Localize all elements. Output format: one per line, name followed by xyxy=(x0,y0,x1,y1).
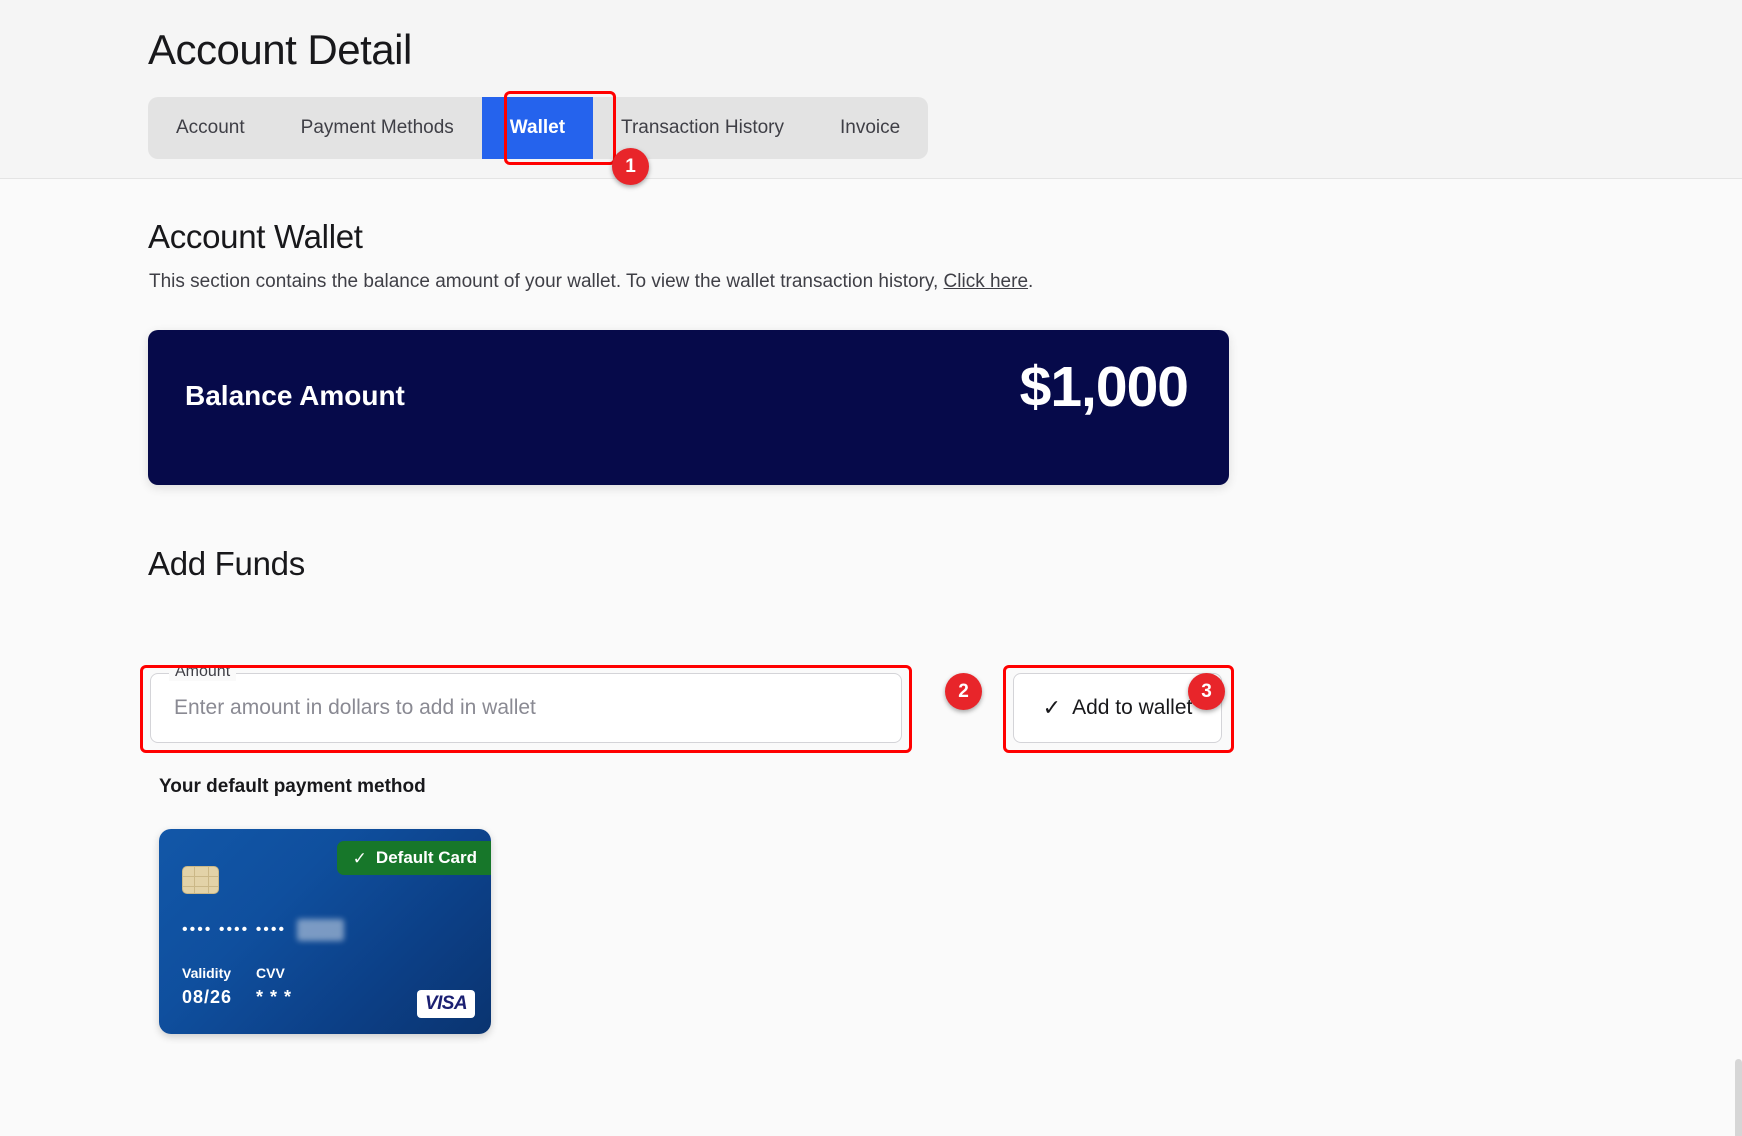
page-root: Account Detail Account Payment Methods W… xyxy=(0,0,1742,1136)
badge-check-icon: ✓ xyxy=(352,848,367,868)
card-chip-icon xyxy=(182,866,219,894)
card-validity-label: Validity xyxy=(182,965,232,981)
amount-input[interactable] xyxy=(152,675,900,741)
tab-wallet[interactable]: Wallet xyxy=(481,97,594,159)
wallet-description: This section contains the balance amount… xyxy=(149,271,1033,293)
annotation-badge-2: 2 xyxy=(945,673,982,710)
visa-logo-icon: VISA xyxy=(417,990,475,1018)
header-band: Account Detail Account Payment Methods W… xyxy=(0,0,1742,185)
wallet-description-text-after: . xyxy=(1028,271,1034,292)
card-number-mask: •••• •••• •••• xyxy=(182,921,287,938)
scrollbar-thumb[interactable] xyxy=(1735,1059,1742,1136)
wallet-description-text-before: This section contains the balance amount… xyxy=(149,271,944,292)
default-card[interactable]: ✓ Default Card •••• •••• •••• Validity 0… xyxy=(159,829,491,1034)
check-icon: ✓ xyxy=(1042,695,1062,720)
annotation-badge-1: 1 xyxy=(612,148,649,185)
card-validity: Validity 08/26 xyxy=(182,965,232,1008)
default-card-badge: ✓ Default Card xyxy=(336,841,491,875)
card-number-redacted xyxy=(297,919,345,941)
account-wallet-heading: Account Wallet xyxy=(148,218,363,255)
tab-payment-methods[interactable]: Payment Methods xyxy=(273,97,482,159)
card-meta: Validity 08/26 CVV * * * xyxy=(182,965,292,1008)
balance-card: Balance Amount $1,000 xyxy=(148,330,1229,485)
default-card-badge-label: Default Card xyxy=(375,848,477,867)
add-funds-heading: Add Funds xyxy=(148,545,305,582)
card-cvv-value: * * * xyxy=(256,987,293,1007)
main-content: Account Wallet This section contains the… xyxy=(0,179,1742,1136)
annotation-badge-3: 3 xyxy=(1188,673,1225,710)
default-payment-method-label: Your default payment method xyxy=(159,776,426,797)
add-to-wallet-label: Add to wallet xyxy=(1072,696,1193,719)
card-validity-value: 08/26 xyxy=(182,987,233,1007)
amount-field-wrapper: Amount xyxy=(150,663,902,743)
click-here-link[interactable]: Click here xyxy=(944,271,1028,292)
card-cvv-label: CVV xyxy=(256,965,285,981)
card-cvv: CVV * * * xyxy=(256,965,292,1008)
balance-label: Balance Amount xyxy=(185,380,405,411)
card-number: •••• •••• •••• xyxy=(182,919,345,941)
page-title: Account Detail xyxy=(148,26,412,73)
tab-invoice[interactable]: Invoice xyxy=(812,97,928,159)
balance-value: $1,000 xyxy=(1019,355,1189,419)
tab-account[interactable]: Account xyxy=(148,97,273,159)
tab-bar: Account Payment Methods Wallet Transacti… xyxy=(148,97,929,159)
